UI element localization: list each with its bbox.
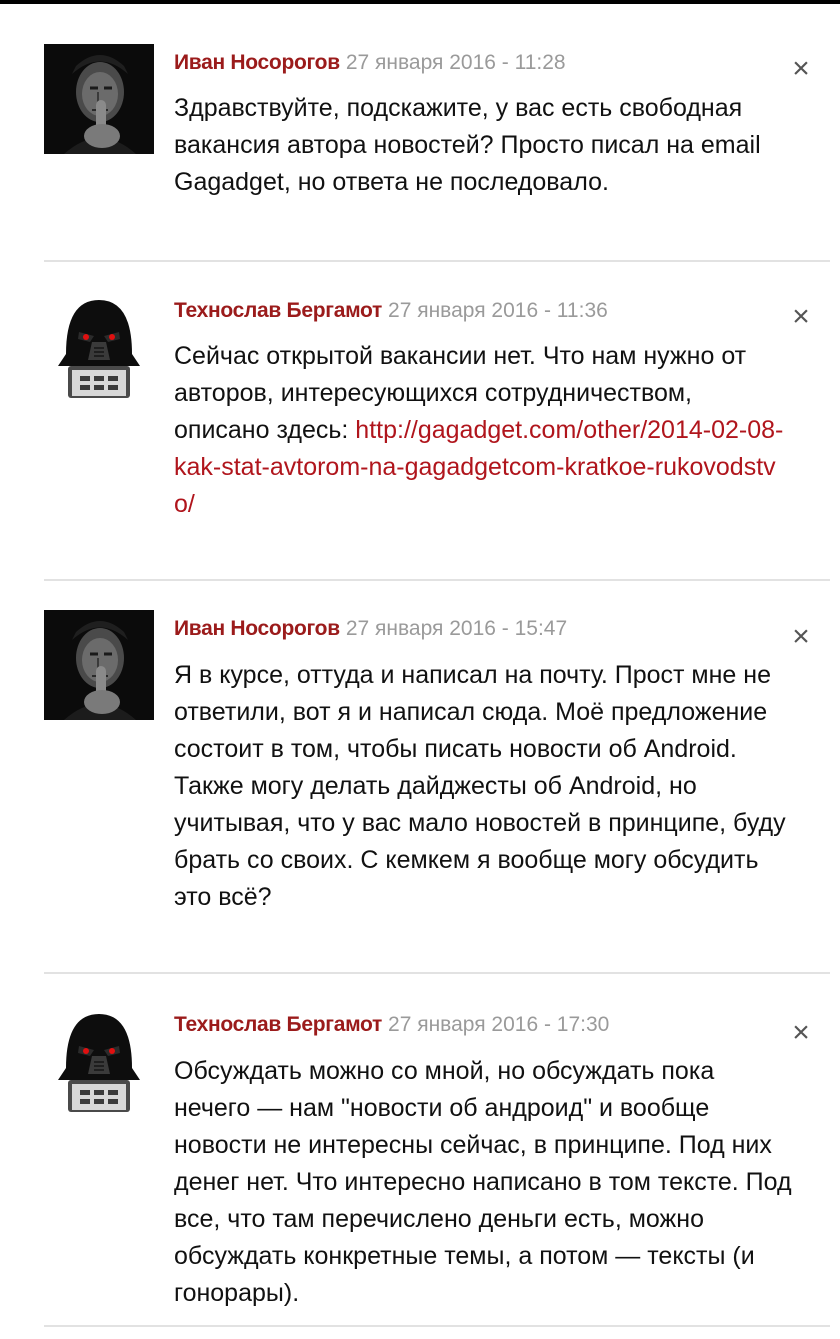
darth-vader-icon <box>44 292 154 402</box>
comment-text: Здравствуйте, подскажите, у вас есть сво… <box>174 94 761 196</box>
divider <box>44 1325 830 1327</box>
comment-meta: Технослав Бергамот 27 января 2016 - 17:30 <box>174 1012 609 1038</box>
close-icon[interactable]: × <box>786 1018 816 1048</box>
avatar[interactable] <box>44 1006 154 1116</box>
comment-text: Обсуждать можно со мной, но обсуждать по… <box>174 1057 792 1307</box>
avatar[interactable] <box>44 44 154 154</box>
comment-meta: Иван Носорогов 27 января 2016 - 15:47 <box>174 616 567 642</box>
man-portrait-icon <box>44 610 154 720</box>
close-icon[interactable]: × <box>786 622 816 652</box>
darth-vader-icon <box>44 1006 154 1116</box>
author-name[interactable]: Технослав Бергамот <box>174 299 382 322</box>
man-portrait-icon <box>44 44 154 154</box>
divider <box>44 260 830 262</box>
top-border <box>0 0 840 4</box>
author-name[interactable]: Иван Носорогов <box>174 617 340 640</box>
author-name[interactable]: Технослав Бергамот <box>174 1013 382 1036</box>
close-icon[interactable]: × <box>786 54 816 84</box>
divider <box>44 972 830 974</box>
comment-date: 27 января 2016 - 11:28 <box>345 51 566 74</box>
author-name[interactable]: Иван Носорогов <box>174 51 340 74</box>
comment-date: 27 января 2016 - 11:36 <box>388 299 608 322</box>
avatar[interactable] <box>44 292 154 402</box>
comment-text: Сейчас открытой вакансии нет. Что нам ну… <box>174 338 794 523</box>
divider <box>44 579 830 581</box>
avatar[interactable] <box>44 610 154 720</box>
close-icon[interactable]: × <box>786 302 816 332</box>
comment-date: 27 января 2016 - 15:47 <box>345 617 568 640</box>
comment-meta: Технослав Бергамот 27 января 2016 - 11:36 <box>174 298 608 324</box>
comment-date: 27 января 2016 - 17:30 <box>388 1013 610 1036</box>
comment-text: Я в курсе, оттуда и написал на почту. Пр… <box>174 661 786 911</box>
comment-meta: Иван Носорогов 27 января 2016 - 11:28 <box>174 50 566 76</box>
